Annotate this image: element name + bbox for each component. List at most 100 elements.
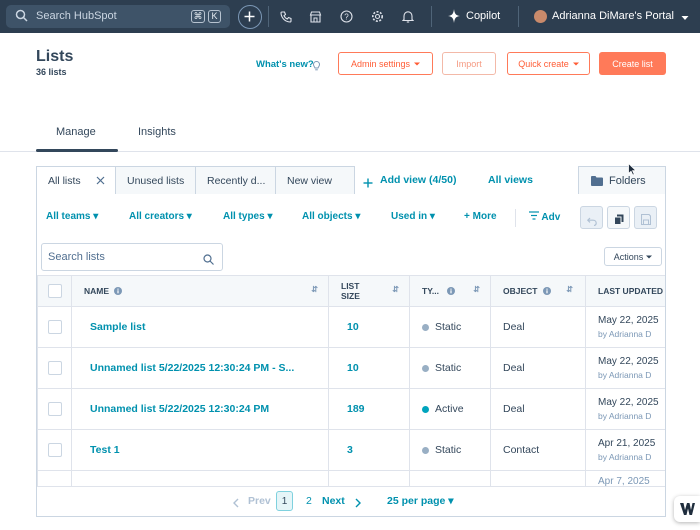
search-lists-field[interactable] — [41, 243, 223, 271]
advanced-filters-button[interactable]: Adv — [529, 211, 560, 223]
chevron-left-icon — [233, 495, 239, 513]
filter-all-objects[interactable]: All objects ▾ — [302, 211, 360, 222]
admin-settings-button[interactable]: Admin settings — [338, 52, 433, 75]
list-size-link[interactable]: 189 — [328, 388, 410, 430]
list-size-link[interactable]: 3 — [328, 429, 410, 471]
list-type-cell: Active — [409, 388, 491, 430]
view-tab-unused-lists[interactable]: Unused lists — [115, 166, 196, 195]
search-icon — [203, 252, 214, 270]
list-name-link[interactable]: Sample list — [71, 306, 329, 348]
save-view-button[interactable] — [634, 206, 657, 229]
sort-icon[interactable]: ⇵ — [311, 285, 318, 294]
quick-create-label: Quick create — [518, 58, 569, 69]
list-size-link[interactable]: 10 — [328, 347, 410, 389]
list-size-link[interactable]: 10 — [328, 306, 410, 348]
per-page-dropdown[interactable]: 25 per page ▾ — [387, 495, 454, 507]
column-header-label: TY... — [422, 286, 440, 296]
clone-view-button[interactable] — [607, 206, 630, 229]
filter-used-in[interactable]: Used in ▾ — [391, 211, 435, 222]
chevron-down-icon — [681, 10, 689, 28]
settings-gear-icon[interactable] — [368, 0, 386, 33]
folder-icon — [591, 176, 603, 189]
global-search-input[interactable]: Search HubSpot ⌘ K — [6, 5, 230, 28]
create-list-button[interactable]: Create list — [599, 52, 666, 75]
actions-dropdown[interactable]: Actions — [604, 247, 662, 266]
tab-manage[interactable]: Manage — [56, 126, 96, 138]
last-updated-date: May 22, 2025 — [598, 315, 659, 326]
column-header-list-size[interactable]: LIST SIZE ⇵ — [328, 275, 410, 307]
row-checkbox[interactable] — [48, 320, 62, 334]
page-1-button[interactable]: 1 — [276, 491, 293, 511]
filter-label: Adv — [541, 212, 561, 223]
filter-label: All creators — [129, 211, 185, 222]
list-name-link[interactable]: Unnamed list 5/22/2025 12:30:24 PM - S..… — [71, 347, 329, 389]
list-name-link[interactable]: Unnamed list 5/22/2025 12:30:24 PM — [71, 388, 329, 430]
row-select-cell — [37, 347, 72, 389]
list-type: Static — [435, 362, 462, 374]
column-header-type[interactable]: TY... ⇵ — [409, 275, 491, 307]
view-tab-all-lists[interactable]: All lists — [36, 166, 116, 195]
calling-icon[interactable] — [277, 0, 295, 33]
close-icon[interactable] — [96, 176, 105, 188]
all-views-link[interactable]: All views — [488, 174, 533, 186]
caret-down-icon — [572, 59, 579, 69]
copilot-button[interactable]: Copilot — [466, 10, 500, 22]
floating-widget-button[interactable] — [674, 496, 700, 522]
filter-all-creators[interactable]: All creators ▾ — [129, 211, 192, 222]
help-icon[interactable]: ? — [337, 0, 355, 33]
view-tab-new-view[interactable]: New view — [275, 166, 355, 195]
notifications-bell-icon[interactable] — [399, 0, 417, 33]
last-updated-by: by Adrianna D — [598, 452, 652, 462]
portal-switcher[interactable]: Adrianna DiMare's Portal — [552, 10, 674, 22]
add-view-button[interactable]: Add view (4/50) — [380, 174, 456, 186]
column-header-last-updated[interactable]: LAST UPDATED — [585, 275, 665, 307]
column-header-label: OBJECT — [503, 286, 538, 296]
sort-icon[interactable]: ⇵ — [566, 285, 573, 294]
folders-button[interactable]: Folders — [578, 166, 666, 195]
prev-page-button[interactable]: Prev — [248, 495, 271, 507]
more-filters-button[interactable]: + More — [464, 211, 497, 222]
list-type: Active — [435, 403, 464, 415]
tab-insights[interactable]: Insights — [138, 126, 176, 138]
marketplace-icon[interactable] — [306, 0, 324, 33]
column-header-object[interactable]: OBJECT ⇵ — [490, 275, 586, 307]
list-object: Deal — [490, 347, 586, 389]
undo-button[interactable] — [580, 206, 603, 229]
column-header-label: LIST — [341, 281, 360, 291]
avatar[interactable] — [534, 10, 547, 23]
sort-icon[interactable]: ⇵ — [392, 285, 399, 295]
import-button[interactable]: Import — [442, 52, 496, 75]
k-key-hint: K — [208, 10, 221, 23]
row-checkbox[interactable] — [48, 443, 62, 457]
info-icon[interactable] — [114, 286, 123, 296]
active-tab-indicator — [36, 149, 118, 152]
view-tab-label: Unused lists — [127, 174, 185, 187]
view-tab-label: All lists — [48, 174, 81, 187]
info-icon[interactable] — [542, 286, 551, 296]
next-page-button[interactable]: Next — [322, 495, 345, 507]
nav-divider — [518, 6, 519, 27]
select-all-checkbox[interactable] — [48, 284, 62, 298]
row-checkbox[interactable] — [48, 361, 62, 375]
list-name-link[interactable]: Test 1 — [71, 429, 329, 471]
search-lists-input[interactable] — [48, 249, 198, 265]
quick-create-button[interactable]: Quick create — [507, 52, 590, 75]
row-checkbox[interactable] — [48, 402, 62, 416]
whats-new-link[interactable]: What's new? — [256, 59, 314, 70]
sort-icon[interactable]: ⇵ — [473, 285, 480, 294]
view-tab-label: Recently d... — [207, 174, 266, 187]
view-tab-recently-deleted[interactable]: Recently d... — [195, 166, 276, 195]
caret-down-icon — [646, 252, 653, 262]
create-new-button[interactable] — [238, 5, 262, 29]
last-updated-date: Apr 21, 2025 — [598, 438, 656, 449]
info-icon[interactable] — [447, 286, 456, 296]
per-page-label: 25 per page — [387, 495, 446, 507]
import-label: Import — [456, 58, 482, 69]
filter-all-teams[interactable]: All teams ▾ — [46, 211, 98, 222]
page-2-button[interactable]: 2 — [306, 495, 312, 507]
status-dot — [422, 446, 429, 454]
column-header-name[interactable]: NAME ⇵ — [71, 275, 329, 307]
table-row: Test 1 3 Static Contact Apr 21, 2025 by A… — [37, 429, 665, 471]
filter-divider — [515, 209, 516, 227]
filter-all-types[interactable]: All types ▾ — [223, 211, 273, 222]
